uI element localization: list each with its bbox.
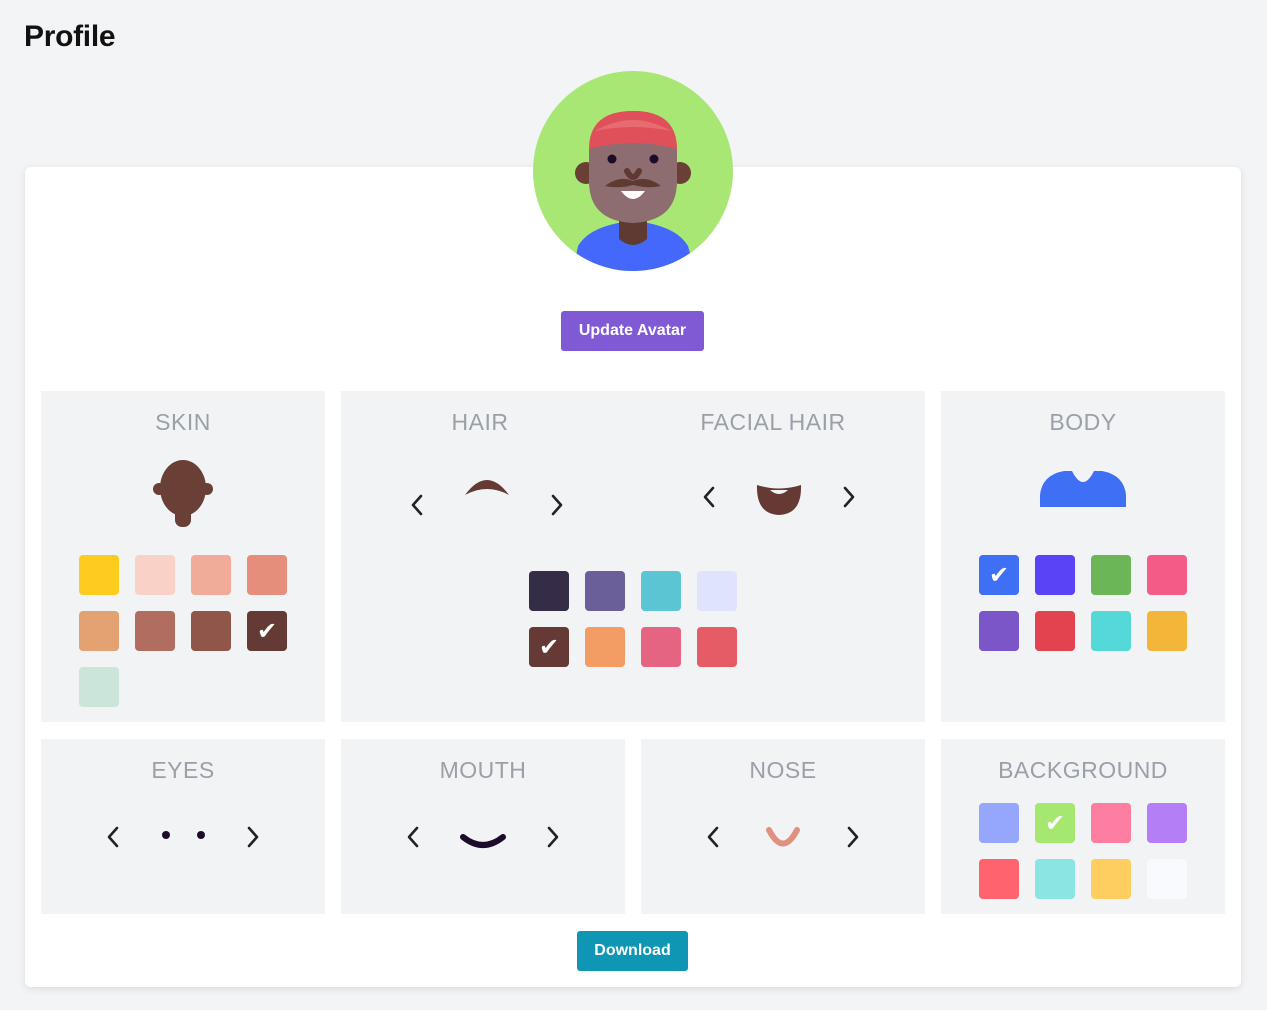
body-preview-icon — [1040, 471, 1126, 507]
mouth-panel-title: MOUTH — [439, 757, 527, 783]
eyes-prev-button[interactable] — [101, 822, 125, 852]
hair-color-swatch[interactable] — [641, 627, 681, 667]
avatar-preview — [533, 71, 733, 271]
body-color-swatch[interactable] — [1035, 555, 1075, 595]
background-color-swatch[interactable] — [1147, 859, 1187, 899]
background-panel-title: BACKGROUND — [998, 757, 1168, 783]
mouth-panel: MOUTH — [341, 739, 625, 914]
skin-color-swatch[interactable] — [79, 611, 119, 651]
background-color-swatch[interactable] — [1147, 803, 1187, 843]
chevron-left-icon — [707, 826, 719, 848]
nose-panel-title: NOSE — [749, 757, 817, 783]
hair-color-swatch[interactable] — [697, 627, 737, 667]
background-color-swatch[interactable]: ✔ — [1035, 803, 1075, 843]
background-color-swatch[interactable] — [1091, 803, 1131, 843]
hair-color-swatch[interactable]: ✔ — [529, 627, 569, 667]
chevron-right-icon — [547, 826, 559, 848]
hair-next-button[interactable] — [545, 490, 569, 520]
eyes-panel: EYES — [41, 739, 325, 914]
body-color-swatch[interactable]: ✔ — [979, 555, 1019, 595]
chevron-left-icon — [407, 826, 419, 848]
skin-color-swatch[interactable]: ✔ — [247, 611, 287, 651]
page-title: Profile — [24, 20, 116, 53]
nose-panel: NOSE — [641, 739, 925, 914]
avatar-illustration — [533, 71, 733, 271]
skin-color-swatch[interactable] — [247, 555, 287, 595]
body-color-swatch[interactable] — [1147, 555, 1187, 595]
chevron-right-icon — [847, 826, 859, 848]
skin-color-swatch[interactable] — [79, 667, 119, 707]
hair-color-swatch[interactable] — [641, 571, 681, 611]
skin-preview-icon — [153, 460, 213, 527]
check-icon: ✔ — [256, 617, 278, 645]
body-color-swatch[interactable] — [1091, 611, 1131, 651]
chevron-right-icon — [247, 826, 259, 848]
nose-preview-icon — [766, 827, 800, 847]
hair-preview-icon — [465, 480, 509, 495]
nose-prev-button[interactable] — [701, 822, 725, 852]
check-icon: ✔ — [1044, 809, 1066, 837]
facial-hair-next-button[interactable] — [837, 482, 861, 512]
body-panel-title: BODY — [1049, 409, 1117, 435]
facial-hair-prev-button[interactable] — [697, 482, 721, 512]
check-icon: ✔ — [538, 633, 560, 661]
hair-color-swatch[interactable] — [585, 627, 625, 667]
background-color-swatch[interactable] — [1091, 859, 1131, 899]
download-button[interactable]: Download — [577, 931, 688, 971]
facial-hair-preview-icon — [756, 485, 802, 515]
skin-color-swatch[interactable] — [191, 555, 231, 595]
chevron-left-icon — [107, 826, 119, 848]
hair-panel-title: HAIR — [451, 409, 509, 435]
skin-panel: SKIN ✔ — [41, 391, 325, 722]
skin-color-swatch[interactable] — [79, 555, 119, 595]
hair-panel: HAIR FACIAL HAIR ✔ — [341, 391, 925, 722]
skin-color-swatch[interactable] — [191, 611, 231, 651]
chevron-left-icon — [703, 486, 715, 508]
hair-color-swatch[interactable] — [697, 571, 737, 611]
background-panel: BACKGROUND ✔ — [941, 739, 1225, 914]
chevron-right-icon — [843, 486, 855, 508]
chevron-left-icon — [411, 494, 423, 516]
eyes-preview-icon — [162, 831, 205, 839]
skin-panel-title: SKIN — [155, 409, 211, 435]
body-color-swatch[interactable] — [1147, 611, 1187, 651]
body-color-swatch[interactable] — [1091, 555, 1131, 595]
update-avatar-button[interactable]: Update Avatar — [561, 311, 704, 351]
mouth-prev-button[interactable] — [401, 822, 425, 852]
body-color-swatch[interactable] — [979, 611, 1019, 651]
check-icon: ✔ — [988, 561, 1010, 589]
body-panel: BODY ✔ — [941, 391, 1225, 722]
nose-next-button[interactable] — [841, 822, 865, 852]
mouth-next-button[interactable] — [541, 822, 565, 852]
mouth-preview-icon — [460, 834, 506, 848]
background-color-swatch[interactable] — [1035, 859, 1075, 899]
skin-color-swatch[interactable] — [135, 611, 175, 651]
eyes-panel-title: EYES — [151, 757, 215, 783]
facial-hair-panel-title: FACIAL HAIR — [700, 409, 846, 435]
body-color-swatch[interactable] — [1035, 611, 1075, 651]
hair-color-swatch[interactable] — [529, 571, 569, 611]
hair-color-swatch[interactable] — [585, 571, 625, 611]
background-color-swatch[interactable] — [979, 859, 1019, 899]
background-color-swatch[interactable] — [979, 803, 1019, 843]
chevron-right-icon — [551, 494, 563, 516]
hair-prev-button[interactable] — [405, 490, 429, 520]
skin-color-swatch[interactable] — [135, 555, 175, 595]
eyes-next-button[interactable] — [241, 822, 265, 852]
